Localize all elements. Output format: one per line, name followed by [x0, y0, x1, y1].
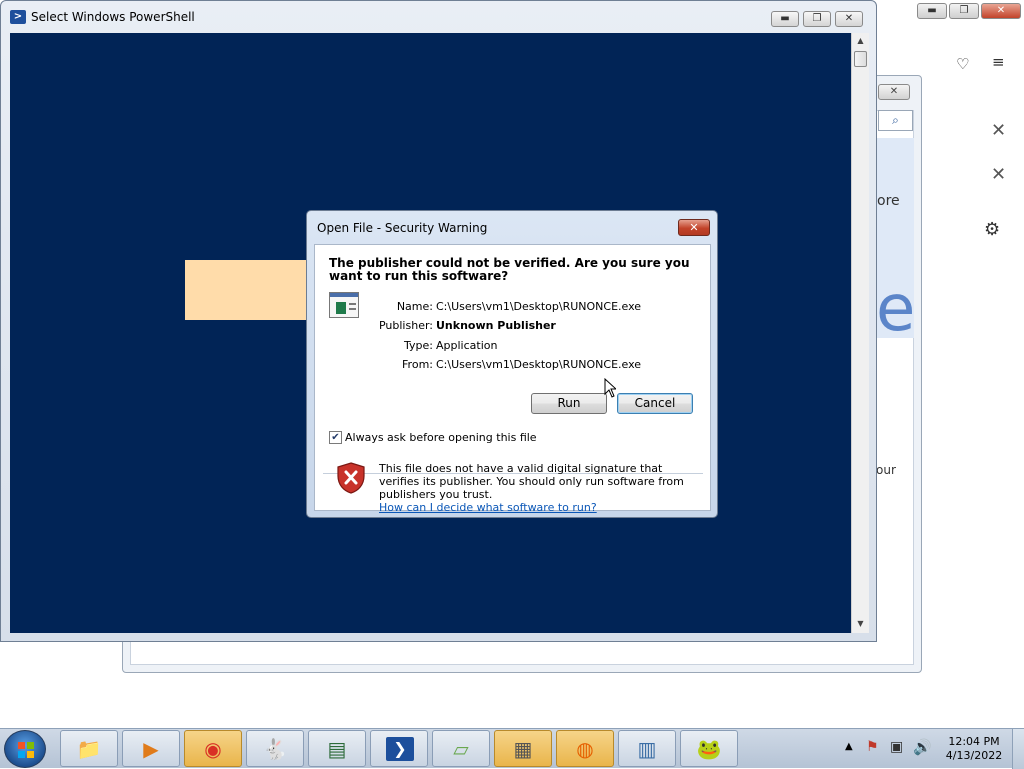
always-ask-checkbox[interactable]: ✔	[329, 431, 342, 444]
action-center-icon[interactable]: ⚑	[866, 739, 879, 755]
media-player-icon: ▶	[143, 737, 159, 761]
close-icon[interactable]: ✕	[991, 120, 1006, 141]
taskbar-file-explorer[interactable]: 📁	[60, 730, 118, 767]
clock[interactable]: 12:04 PM 4/13/2022	[944, 735, 1004, 763]
dialog-title: Open File - Security Warning	[317, 221, 488, 235]
dialog-body: The publisher could not be verified. Are…	[314, 244, 711, 514]
from-label: From:	[402, 358, 433, 371]
volume-icon[interactable]: 🔊	[913, 738, 932, 756]
help-link[interactable]: How can I decide what software to run?	[379, 501, 597, 514]
taskbar: 📁 ▶ ◉ 🐇 ▤ ❯ ▱ ▦ ◍ ▥ 🐸 ▲ ⚑ ▣ 🔊 12:04 PM 4…	[0, 728, 1024, 769]
name-label: Name:	[396, 300, 433, 313]
clock-date: 4/13/2022	[945, 749, 1003, 762]
warning-message: This file does not have a valid digital …	[379, 462, 699, 514]
window-title: Select Windows PowerShell	[31, 10, 195, 24]
background-close-button[interactable]: ✕	[981, 3, 1021, 19]
bunny-icon: 🐇	[262, 737, 288, 761]
type-value: Application	[436, 339, 498, 352]
taskbar-powershell[interactable]: ❯	[370, 730, 428, 767]
taskbar-calculator[interactable]: ▦	[494, 730, 552, 767]
menu-icon[interactable]: ≡	[992, 53, 1005, 71]
scroll-down-arrow-icon[interactable]: ▼	[852, 616, 869, 632]
chrome-icon: ◉	[204, 737, 222, 761]
window-controls: ▬ ❐ ✕	[771, 11, 863, 27]
calculator-icon: ▦	[513, 737, 533, 761]
sticky-notes-icon: ▱	[453, 737, 469, 761]
mouse-cursor-icon	[604, 378, 616, 398]
scroll-thumb[interactable]	[854, 51, 867, 67]
console-selection-highlight	[185, 260, 307, 320]
minimize-button[interactable]: ▬	[771, 11, 799, 27]
taskbar-media-player[interactable]: ▶	[122, 730, 180, 767]
gear-icon[interactable]: ⚙	[984, 219, 1000, 240]
cancel-button[interactable]: Cancel	[617, 393, 693, 414]
background-minimize-button[interactable]: ▬	[917, 3, 947, 19]
taskbar-book-app[interactable]: ▥	[618, 730, 676, 767]
taskbar-chrome[interactable]: ◉	[184, 730, 242, 767]
taskbar-sticky-notes[interactable]: ▱	[432, 730, 490, 767]
background-maximize-button[interactable]: ❐	[949, 3, 979, 19]
network-icon[interactable]: ▣	[890, 739, 903, 755]
taskbar-frog-app[interactable]: 🐸	[680, 730, 738, 767]
vertical-scrollbar[interactable]: ▲ ▼	[851, 33, 869, 633]
monitor-icon: ▤	[327, 737, 347, 761]
pocket-icon[interactable]: ♡	[956, 55, 969, 73]
start-button[interactable]	[4, 730, 46, 768]
type-label: Type:	[404, 339, 433, 352]
taskbar-firefox[interactable]: ◍	[556, 730, 614, 767]
book-icon: ▥	[637, 737, 657, 761]
firefox-icon: ◍	[576, 737, 594, 761]
clock-time: 12:04 PM	[948, 735, 1000, 748]
security-shield-icon	[337, 462, 365, 494]
name-value: C:\Users\vm1\Desktop\RUNONCE.exe	[436, 300, 642, 313]
frog-icon: 🐸	[696, 737, 722, 761]
scroll-up-arrow-icon[interactable]: ▲	[852, 33, 869, 49]
powershell-titlebar[interactable]: > Select Windows PowerShell ▬ ❐ ✕	[1, 1, 876, 33]
warning-text: This file does not have a valid digital …	[379, 462, 684, 501]
publisher-value: Unknown Publisher	[436, 319, 556, 332]
taskbar-bunny-app[interactable]: 🐇	[246, 730, 304, 767]
always-ask-label[interactable]: Always ask before opening this file	[345, 431, 537, 444]
publisher-label: Publisher:	[378, 319, 433, 332]
search-icon[interactable]: ⌕	[878, 110, 913, 131]
folder-icon: 📁	[76, 737, 102, 761]
run-button[interactable]: Run	[531, 393, 607, 414]
background-window-controls: ▬ ❐ ✕	[917, 3, 1021, 21]
background-text: our	[876, 463, 896, 477]
background-logo-letter: e	[876, 272, 916, 346]
close-icon[interactable]: ✕	[991, 164, 1006, 185]
windows-logo-icon	[18, 742, 34, 758]
taskbar-monitor-app[interactable]: ▤	[308, 730, 366, 767]
show-desktop-button[interactable]	[1012, 729, 1024, 769]
show-hidden-icons-icon[interactable]: ▲	[845, 741, 853, 752]
from-value: C:\Users\vm1\Desktop\RUNONCE.exe	[436, 358, 642, 371]
dialog-close-button[interactable]: ✕	[678, 219, 710, 236]
dialog-question: The publisher could not be verified. Are…	[329, 256, 690, 283]
powershell-icon: ❯	[386, 737, 414, 761]
powershell-icon: >	[10, 10, 26, 24]
background-text: ore	[877, 193, 900, 209]
maximize-button[interactable]: ❐	[803, 11, 831, 27]
security-warning-dialog: Open File - Security Warning ✕ The publi…	[306, 210, 718, 518]
close-button[interactable]: ✕	[835, 11, 863, 27]
background-dialog-close-button[interactable]: ✕	[878, 84, 910, 100]
